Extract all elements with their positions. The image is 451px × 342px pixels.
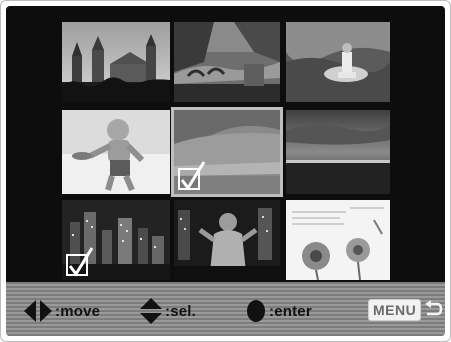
thumbnail-image (286, 200, 390, 280)
thumbnail-image (174, 200, 280, 280)
thumbnail-3[interactable] (286, 22, 390, 102)
thumbnail-7[interactable] (62, 200, 170, 280)
enter-hint: :enter (246, 299, 312, 323)
menu-button-label: MENU (368, 299, 422, 321)
thumbnail-5[interactable] (171, 107, 283, 197)
center-button-icon (247, 300, 265, 322)
left-right-arrows-icon (24, 300, 52, 322)
thumbnail-4[interactable] (62, 110, 170, 194)
checkmark-icon (68, 247, 94, 277)
thumbnail-image (286, 22, 390, 102)
thumbnail-image (62, 22, 170, 102)
button-guide-bar: :move :sel. :enter MENU (6, 282, 445, 336)
move-label: :move (55, 302, 101, 320)
up-down-arrows-icon (140, 298, 162, 324)
thumbnail-image (174, 22, 280, 102)
checkbox-icon[interactable] (66, 247, 94, 277)
thumbnail-1[interactable] (62, 22, 170, 102)
thumbnail-6[interactable] (286, 110, 390, 194)
select-hint: :sel. (140, 298, 197, 324)
checkbox-icon[interactable] (178, 161, 206, 191)
move-hint: :move (24, 299, 100, 323)
thumbnail-image (286, 110, 390, 194)
thumbnail-8[interactable] (174, 200, 280, 280)
thumbnail-9[interactable] (286, 200, 390, 280)
thumbnail-2[interactable] (174, 22, 280, 102)
menu-hint: MENU (368, 298, 443, 322)
thumbnail-image (62, 110, 170, 194)
checkmark-icon (180, 161, 206, 191)
return-arrow-icon (425, 300, 443, 316)
sel-label: :sel. (165, 302, 197, 320)
enter-label: :enter (269, 302, 312, 320)
